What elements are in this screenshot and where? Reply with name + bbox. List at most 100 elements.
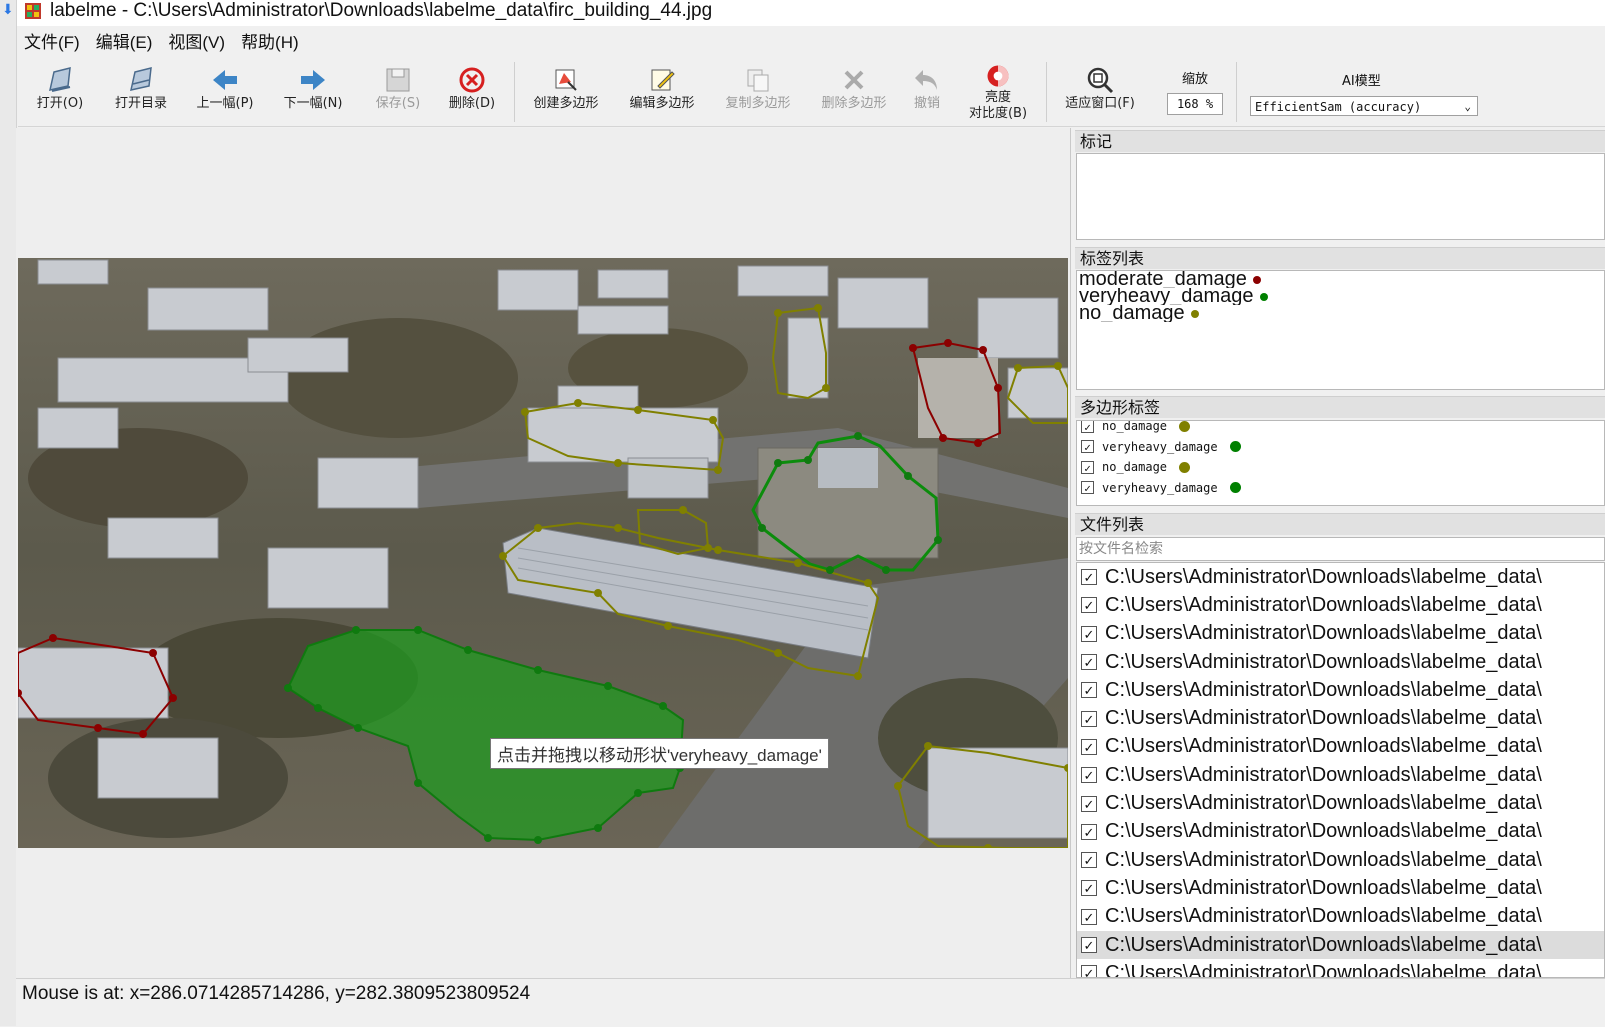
file-checkbox[interactable]: ✓ bbox=[1081, 965, 1097, 977]
file-list-item[interactable]: ✓ C:\Users\Administrator\Downloads\labelm… bbox=[1077, 563, 1604, 591]
file-checkbox[interactable]: ✓ bbox=[1081, 682, 1097, 699]
menu-edit[interactable]: 编辑(E) bbox=[88, 30, 161, 56]
file-checkbox[interactable]: ✓ bbox=[1081, 625, 1097, 642]
copy-icon bbox=[747, 69, 769, 92]
polygon-list-item[interactable]: ✓ no_damage bbox=[1077, 457, 1604, 478]
file-search-input[interactable]: 按文件名检索 bbox=[1076, 537, 1605, 561]
file-list-item[interactable]: ✓ C:\Users\Administrator\Downloads\labelm… bbox=[1077, 846, 1604, 874]
copy-polygon-label: 复制多边形 bbox=[725, 96, 791, 111]
file-list[interactable]: ✓ C:\Users\Administrator\Downloads\labelm… bbox=[1076, 562, 1605, 978]
polygon-visibility-checkbox[interactable]: ✓ bbox=[1081, 460, 1094, 475]
file-list-item[interactable]: ✓ C:\Users\Administrator\Downloads\labelm… bbox=[1077, 676, 1604, 704]
label-list-item[interactable]: no_damage bbox=[1077, 305, 1604, 322]
menu-help[interactable]: 帮助(H) bbox=[233, 30, 307, 56]
file-path: C:\Users\Administrator\Downloads\labelme… bbox=[1105, 876, 1542, 899]
save-button[interactable]: 保存(S) bbox=[368, 60, 428, 124]
file-checkbox[interactable]: ✓ bbox=[1081, 767, 1097, 784]
file-checkbox[interactable]: ✓ bbox=[1081, 738, 1097, 755]
label-list-item[interactable]: moderate_damage bbox=[1077, 271, 1604, 288]
label-list-item[interactable]: veryheavy_damage bbox=[1077, 288, 1604, 305]
polygon-label-name: no_damage bbox=[1102, 460, 1168, 475]
edit-polygon-button[interactable]: 编辑多边形 bbox=[620, 60, 704, 124]
file-list-item[interactable]: ✓ C:\Users\Administrator\Downloads\labelm… bbox=[1077, 930, 1604, 960]
file-list-item[interactable]: ✓ C:\Users\Administrator\Downloads\labelm… bbox=[1077, 761, 1604, 789]
brightness-contrast-button[interactable]: 亮度 对比度(B) bbox=[958, 60, 1038, 124]
delete-polygon-button[interactable]: 删除多边形 bbox=[812, 60, 896, 124]
create-polygon-button[interactable]: 创建多边形 bbox=[524, 60, 608, 124]
ai-model-value: EfficientSam (accuracy) bbox=[1255, 100, 1422, 114]
arrow-right-icon bbox=[301, 70, 325, 90]
file-path: C:\Users\Administrator\Downloads\labelme… bbox=[1105, 763, 1542, 786]
file-checkbox[interactable]: ✓ bbox=[1081, 852, 1097, 869]
polygon-visibility-checkbox[interactable]: ✓ bbox=[1081, 481, 1094, 495]
file-checkbox[interactable]: ✓ bbox=[1081, 908, 1097, 925]
file-checkbox[interactable]: ✓ bbox=[1081, 823, 1097, 840]
polygon-color-dot bbox=[1229, 482, 1241, 494]
open-button[interactable]: 打开(O) bbox=[30, 60, 90, 124]
label-name: no_damage bbox=[1079, 305, 1185, 322]
polygon-list-item[interactable]: ✓ veryheavy_damage bbox=[1077, 437, 1604, 458]
file-list-item[interactable]: ✓ C:\Users\Administrator\Downloads\labelm… bbox=[1077, 874, 1604, 902]
file-path: C:\Users\Administrator\Downloads\labelme… bbox=[1105, 848, 1542, 871]
polygon-list-item[interactable]: ✓ no_damage bbox=[1077, 421, 1604, 437]
prev-image-button[interactable]: 上一幅(P) bbox=[188, 60, 262, 124]
label-name: veryheavy_damage bbox=[1079, 288, 1254, 305]
file-path: C:\Users\Administrator\Downloads\labelme… bbox=[1105, 735, 1542, 758]
next-image-button[interactable]: 下一幅(N) bbox=[276, 60, 350, 124]
label-list-title: 标签列表 bbox=[1075, 247, 1605, 269]
status-bar: Mouse is at: x=286.0714285714286, y=282.… bbox=[16, 978, 1605, 1027]
file-list-item[interactable]: ✓ C:\Users\Administrator\Downloads\labelm… bbox=[1077, 789, 1604, 817]
copy-polygon-button[interactable]: 复制多边形 bbox=[716, 60, 800, 124]
file-list-item[interactable]: ✓ C:\Users\Administrator\Downloads\labelm… bbox=[1077, 620, 1604, 648]
brightness-label-line1: 亮度 bbox=[984, 90, 1011, 105]
polygon-visibility-checkbox[interactable]: ✓ bbox=[1081, 421, 1094, 434]
file-checkbox[interactable]: ✓ bbox=[1081, 597, 1097, 614]
file-path: C:\Users\Administrator\Downloads\labelme… bbox=[1105, 792, 1542, 815]
menu-view[interactable]: 视图(V) bbox=[160, 30, 233, 56]
undo-icon bbox=[915, 70, 937, 90]
file-list-item[interactable]: ✓ C:\Users\Administrator\Downloads\labelm… bbox=[1077, 591, 1604, 619]
file-checkbox[interactable]: ✓ bbox=[1081, 937, 1097, 953]
file-list-item[interactable]: ✓ C:\Users\Administrator\Downloads\labelm… bbox=[1077, 818, 1604, 846]
label-color-dot bbox=[1190, 309, 1199, 318]
file-list-item[interactable]: ✓ C:\Users\Administrator\Downloads\labelm… bbox=[1077, 959, 1604, 978]
label-list[interactable]: moderate_damage veryheavy_damage no_dama… bbox=[1076, 270, 1605, 390]
file-checkbox[interactable]: ✓ bbox=[1081, 710, 1097, 727]
file-checkbox[interactable]: ✓ bbox=[1081, 795, 1097, 812]
file-list-item[interactable]: ✓ C:\Users\Administrator\Downloads\labelm… bbox=[1077, 704, 1604, 732]
open-dir-button[interactable]: 打开目录 bbox=[106, 60, 176, 124]
delete-x-icon bbox=[844, 70, 864, 90]
create-polygon-label: 创建多边形 bbox=[533, 96, 599, 111]
open-label: 打开(O) bbox=[36, 96, 84, 111]
ai-model-select[interactable]: EfficientSam (accuracy) ⌄ bbox=[1250, 96, 1478, 116]
polygon-color-dot bbox=[1229, 441, 1241, 453]
zoom-spinbox[interactable]: 168 % bbox=[1167, 93, 1223, 115]
undo-label: 撤销 bbox=[913, 96, 940, 111]
brightness-icon bbox=[987, 65, 1009, 87]
undo-button[interactable]: 撤销 bbox=[904, 60, 950, 124]
mouse-position-status: Mouse is at: x=286.0714285714286, y=282.… bbox=[22, 983, 531, 1004]
polygon-label-name: veryheavy_damage bbox=[1102, 439, 1218, 454]
file-list-item[interactable]: ✓ C:\Users\Administrator\Downloads\labelm… bbox=[1077, 733, 1604, 761]
file-checkbox[interactable]: ✓ bbox=[1081, 880, 1097, 897]
menu-file[interactable]: 文件(F) bbox=[16, 30, 88, 56]
polygon-label-list[interactable]: ✓ no_damage ✓ veryheavy_damage ✓ no_damage … bbox=[1076, 420, 1605, 506]
polygon-list-item[interactable]: ✓ veryheavy_damage bbox=[1077, 478, 1604, 499]
flags-list[interactable] bbox=[1076, 153, 1605, 240]
create-polygon-icon bbox=[555, 69, 577, 91]
fit-window-button[interactable]: 适应窗口(F) bbox=[1056, 60, 1144, 124]
window-title: labelme - C:\Users\Administrator\Downloa… bbox=[50, 0, 713, 21]
polygon-visibility-checkbox[interactable]: ✓ bbox=[1081, 440, 1094, 454]
delete-file-button[interactable]: 删除(D) bbox=[442, 60, 502, 124]
file-list-item[interactable]: ✓ C:\Users\Administrator\Downloads\labelm… bbox=[1077, 903, 1604, 931]
save-disk-icon bbox=[386, 68, 410, 92]
file-list-item[interactable]: ✓ C:\Users\Administrator\Downloads\labelm… bbox=[1077, 648, 1604, 676]
file-path: C:\Users\Administrator\Downloads\labelme… bbox=[1105, 961, 1542, 978]
ai-model-label: AI模型 bbox=[1342, 74, 1381, 89]
delete-file-label: 删除(D) bbox=[448, 96, 496, 111]
brightness-label-line2: 对比度(B) bbox=[968, 106, 1028, 121]
file-path: C:\Users\Administrator\Downloads\labelme… bbox=[1105, 650, 1542, 673]
file-checkbox[interactable]: ✓ bbox=[1081, 569, 1097, 586]
file-path: C:\Users\Administrator\Downloads\labelme… bbox=[1105, 622, 1542, 645]
file-checkbox[interactable]: ✓ bbox=[1081, 654, 1097, 671]
